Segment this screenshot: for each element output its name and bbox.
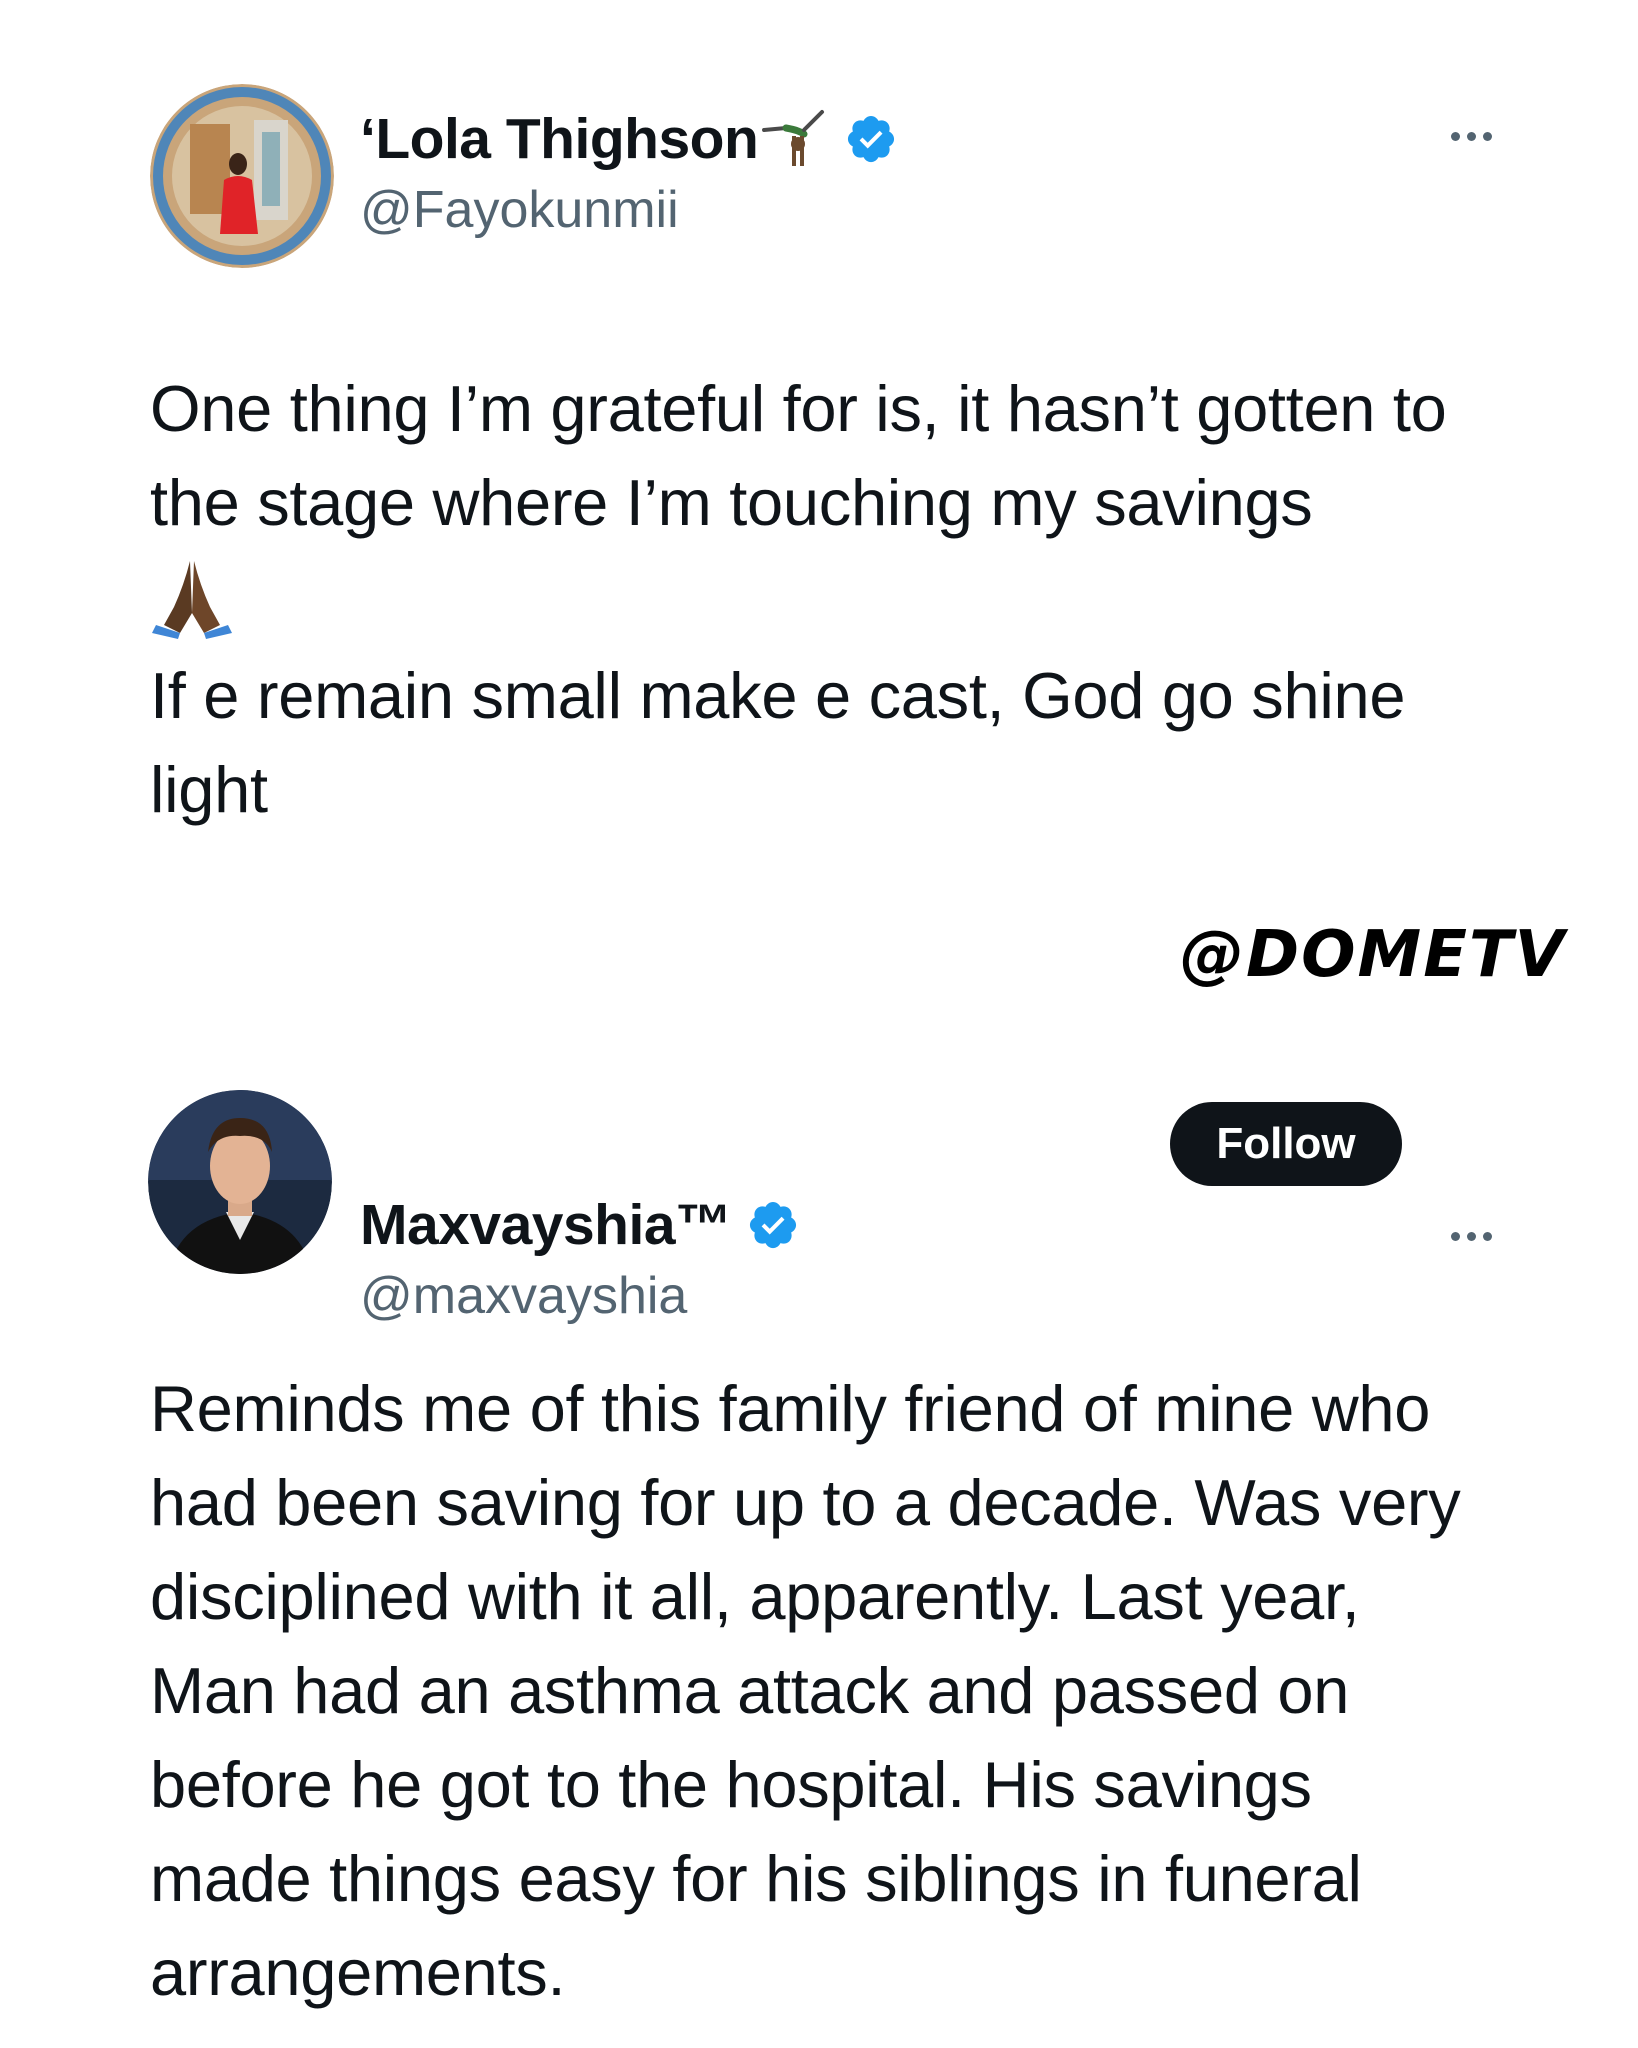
avatar-lola[interactable]: [150, 84, 334, 268]
name-row: ‘Lola Thighson: [360, 104, 898, 174]
display-name[interactable]: ‘Lola Thighson: [360, 106, 759, 172]
tweet-body: Reminds me of this family friend of mine…: [150, 1362, 1488, 2020]
follow-button[interactable]: Follow: [1170, 1102, 1402, 1186]
more-options-icon[interactable]: [1451, 132, 1492, 141]
watermark: @DOMETV: [1180, 918, 1567, 992]
cartwheel-person-icon: [760, 104, 830, 174]
tweet-body: One thing I’m grateful for is, it hasn’t…: [150, 362, 1488, 837]
tweet-text-line-2: If e remain small make e cast, God go sh…: [150, 658, 1406, 826]
verified-badge-icon: [844, 112, 898, 166]
tweet-maxvayshia: Maxvayshia™ @maxvayshia Follow Reminds m…: [0, 1080, 1638, 2048]
name-row: Maxvayshia™: [360, 1192, 800, 1258]
display-name[interactable]: Maxvayshia™: [360, 1192, 732, 1258]
avatar-maxvayshia[interactable]: [148, 1090, 332, 1274]
tweet-text: Reminds me of this family friend of mine…: [150, 1372, 1461, 2009]
more-options-icon[interactable]: [1451, 1232, 1492, 1241]
tweet-lola: ‘Lola Thighson @Fayokunmii One thing I’m…: [0, 0, 1638, 900]
handle[interactable]: @maxvayshia: [360, 1266, 687, 1326]
tweet-text-line-1: One thing I’m grateful for is, it hasn’t…: [150, 372, 1447, 539]
folded-hands-icon: [150, 555, 234, 649]
handle[interactable]: @Fayokunmii: [360, 180, 679, 240]
verified-badge-icon: [746, 1198, 800, 1252]
